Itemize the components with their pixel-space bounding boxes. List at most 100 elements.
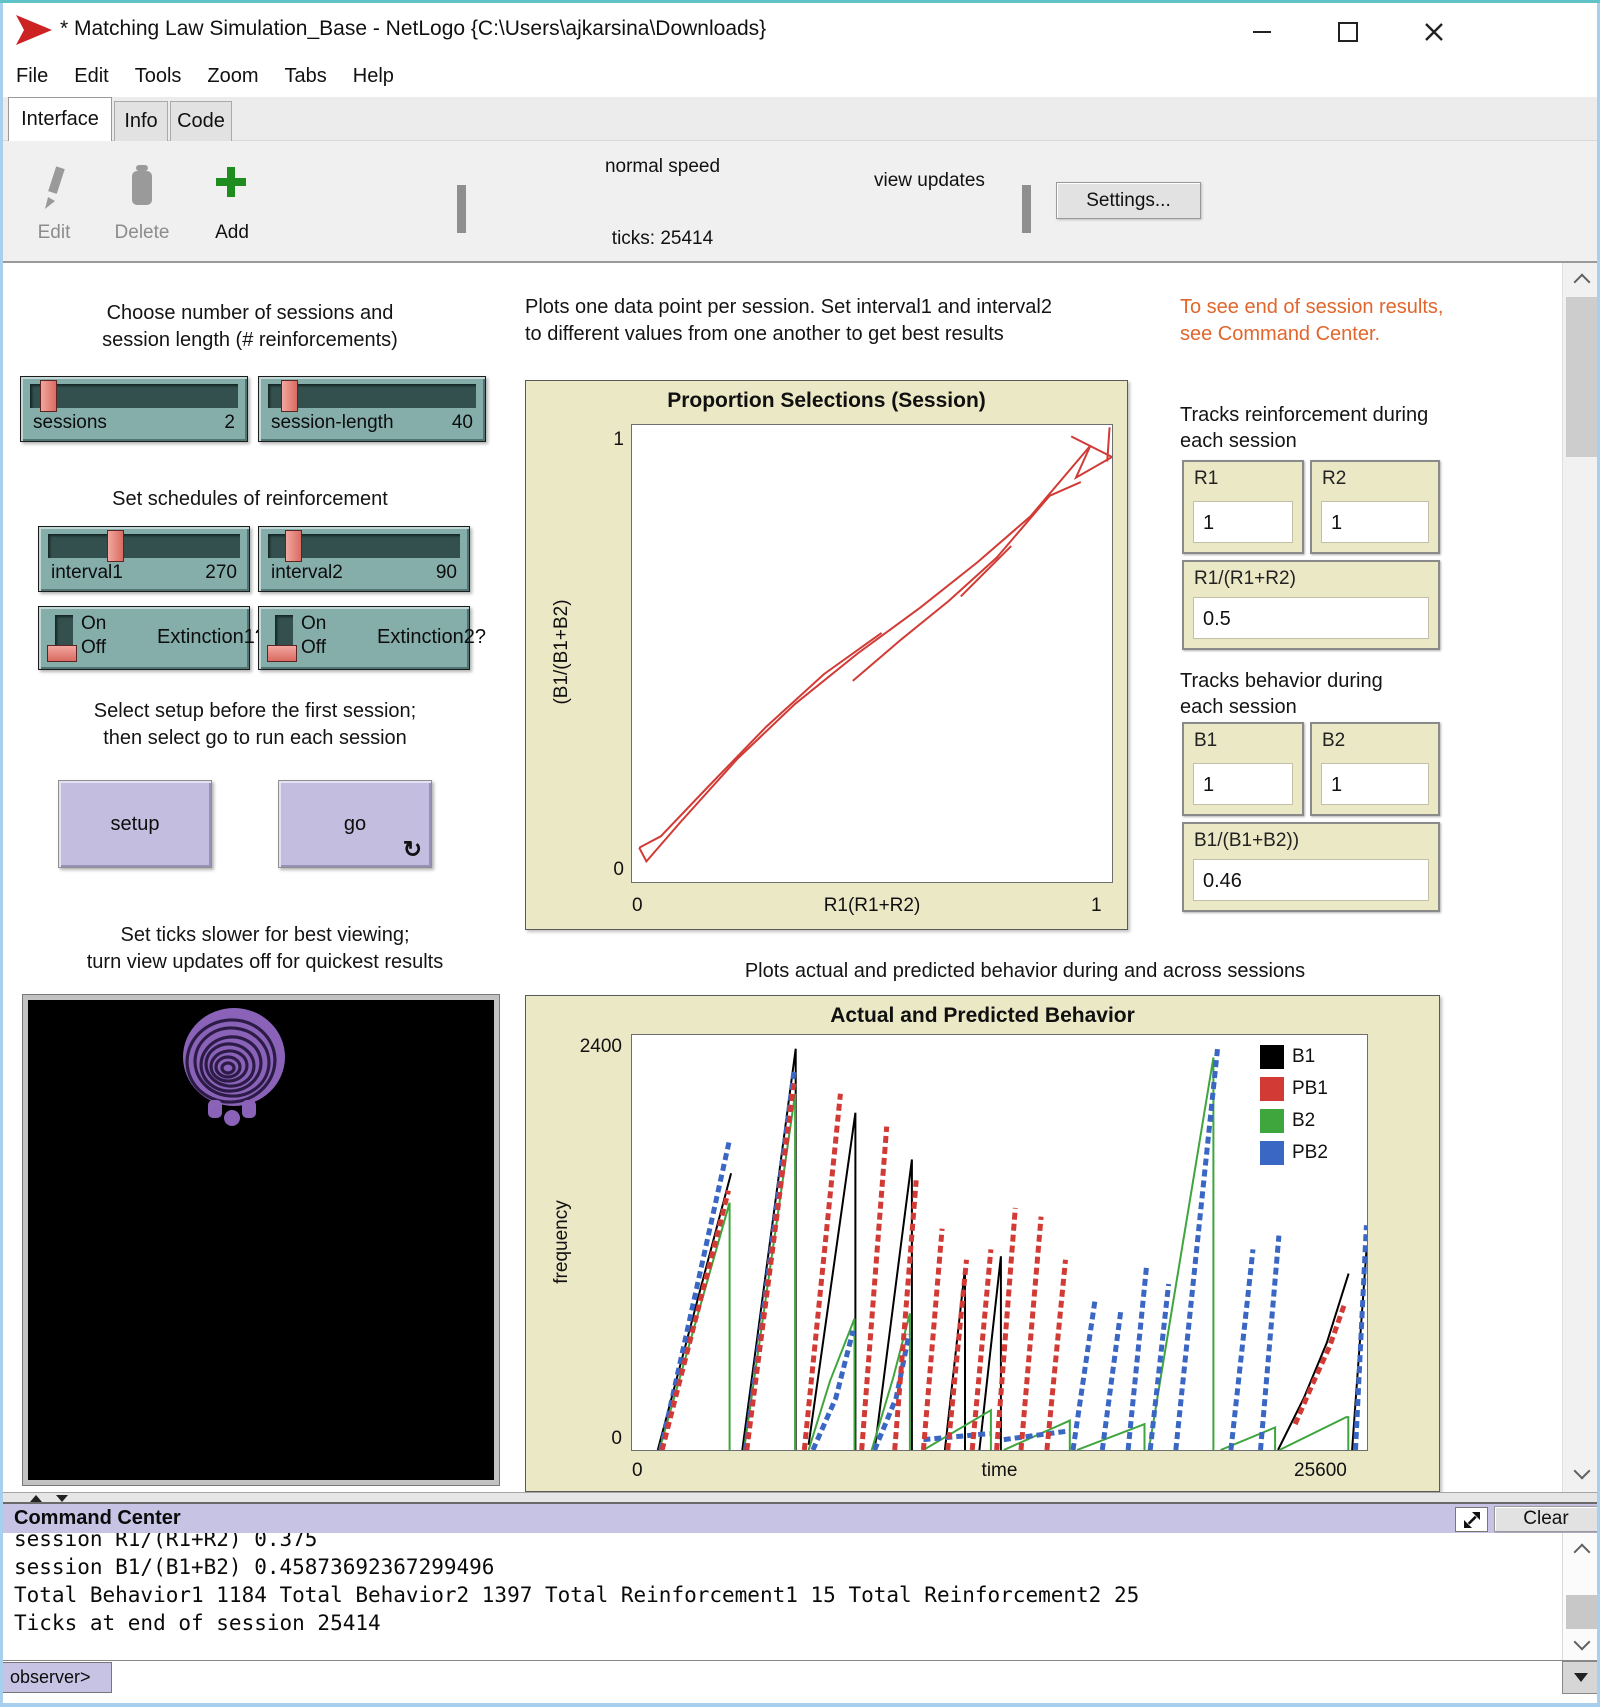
splitter-down-icon: [56, 1495, 68, 1502]
add-button-label[interactable]: Add: [204, 222, 260, 244]
scrollbar-thumb[interactable]: [1566, 297, 1597, 457]
edit-button-label[interactable]: Edit: [26, 222, 82, 244]
slider-handle[interactable]: [281, 380, 298, 412]
plot2-xtick-max: 25600: [1294, 1460, 1364, 1482]
command-center-title: Command Center: [14, 1507, 181, 1530]
scrollbar-thumb[interactable]: [1566, 1595, 1597, 1629]
monitor-value: 1: [1321, 501, 1429, 543]
slider-handle[interactable]: [285, 530, 302, 562]
switch-extinction2[interactable]: On Off Extinction2?: [258, 606, 470, 670]
plot1-title: Proportion Selections (Session): [526, 389, 1127, 413]
scroll-down-button[interactable]: [1563, 1458, 1600, 1488]
reinforcement-heading: Tracks reinforcement during each session: [1180, 402, 1470, 454]
close-button[interactable]: [1406, 13, 1462, 51]
menu-tabs[interactable]: Tabs: [285, 65, 327, 88]
note-view-updates: Set ticks slower for best viewing; turn …: [30, 922, 500, 976]
slider-label: interval1: [51, 562, 123, 584]
note-schedules: Set schedules of reinforcement: [30, 486, 470, 513]
chevron-up-icon: [1573, 274, 1590, 291]
slider-interval1[interactable]: interval1 270: [38, 526, 250, 592]
splitter[interactable]: [0, 1492, 1600, 1502]
switch-handle[interactable]: [267, 645, 297, 662]
note-plot2: Plots actual and predicted behavior duri…: [725, 958, 1325, 985]
slider-label: sessions: [33, 412, 107, 434]
slider-interval2[interactable]: interval2 90: [258, 526, 470, 592]
netlogo-window: * Matching Law Simulation_Base - NetLogo…: [0, 0, 1600, 1707]
monitor-label: R1: [1194, 468, 1218, 490]
plot2-title: Actual and Predicted Behavior: [526, 1004, 1439, 1028]
go-button-label: go: [344, 813, 366, 836]
world-view: [22, 994, 500, 1486]
plot-actual-predicted: Actual and Predicted Behavior B1PB1B2PB2…: [525, 995, 1440, 1492]
command-center-expand-button[interactable]: [1455, 1507, 1488, 1532]
tab-info[interactable]: Info: [114, 101, 168, 141]
monitor-value: 1: [1321, 763, 1429, 805]
plot2-ylabel: frequency: [551, 1142, 573, 1342]
monitor-b1-proportion: B1/(B1+B2)) 0.46: [1182, 822, 1440, 912]
switch-on-label: On: [81, 613, 106, 635]
maximize-button[interactable]: [1320, 13, 1376, 51]
slider-label: session-length: [271, 412, 394, 434]
scroll-up-button[interactable]: [1563, 1535, 1600, 1565]
switch-handle[interactable]: [47, 645, 77, 662]
command-history-button[interactable]: [1562, 1661, 1600, 1694]
slider-sessions[interactable]: sessions 2: [20, 376, 248, 442]
minimize-button[interactable]: [1234, 13, 1290, 51]
slider-session-length[interactable]: session-length 40: [258, 376, 486, 442]
note-command-center: To see end of session results, see Comma…: [1180, 294, 1490, 348]
history-arrow-icon: [1574, 1673, 1588, 1682]
slider-handle[interactable]: [40, 380, 57, 412]
scroll-down-button[interactable]: [1563, 1629, 1600, 1659]
plot1-ylabel: (B1/(B1+B2): [551, 552, 573, 752]
note-plot1: Plots one data point per session. Set in…: [525, 294, 1100, 348]
tab-code[interactable]: Code: [170, 101, 232, 141]
note-setup-go: Select setup before the first session; t…: [30, 698, 480, 752]
monitor-b2: B2 1: [1310, 722, 1440, 816]
monitor-r1: R1 1: [1182, 460, 1304, 554]
slider-groove: [268, 384, 476, 408]
command-center-input-row: observer>: [0, 1660, 1600, 1694]
legend-swatch: [1260, 1109, 1284, 1133]
command-input[interactable]: [114, 1662, 1560, 1693]
splitter-up-icon: [30, 1495, 42, 1502]
menu-zoom[interactable]: Zoom: [207, 65, 258, 88]
expand-icon: [1463, 1511, 1481, 1529]
menu-edit[interactable]: Edit: [74, 65, 108, 88]
slider-value: 40: [452, 412, 473, 434]
command-output-line: Total Behavior1 1184 Total Behavior2 139…: [14, 1581, 1562, 1609]
main-scrollbar[interactable]: [1562, 263, 1600, 1492]
delete-button-label[interactable]: Delete: [110, 222, 174, 244]
slider-groove: [30, 384, 238, 408]
menu-tools[interactable]: Tools: [135, 65, 182, 88]
menubar: File Edit Tools Zoom Tabs Help: [0, 56, 1600, 97]
switch-off-label: Off: [301, 637, 326, 659]
interface-canvas: Choose number of sessions and session le…: [0, 263, 1600, 1492]
go-button[interactable]: go ↻: [278, 780, 432, 868]
setup-button[interactable]: setup: [58, 780, 212, 868]
command-output-line: session R1/(R1+R2) 0.375: [14, 1533, 1562, 1553]
monitor-value: 1: [1193, 763, 1293, 805]
switch-extinction1[interactable]: On Off Extinction1?: [38, 606, 250, 670]
edit-pencil-icon[interactable]: [40, 165, 68, 213]
slider-handle[interactable]: [107, 530, 124, 562]
menu-help[interactable]: Help: [353, 65, 394, 88]
toolbar: Edit Delete Add abc Button normal speed …: [0, 141, 1600, 263]
monitor-b1: B1 1: [1182, 722, 1304, 816]
clear-button[interactable]: Clear: [1494, 1506, 1598, 1532]
chevron-down-icon: [1573, 1463, 1590, 1480]
menu-file[interactable]: File: [16, 65, 48, 88]
delete-trash-icon[interactable]: [126, 163, 158, 213]
plot2-ytick-min: 0: [600, 1428, 622, 1450]
settings-button[interactable]: Settings...: [1056, 182, 1201, 219]
scroll-up-button[interactable]: [1563, 265, 1600, 295]
monitor-label: R1/(R1+R2): [1194, 568, 1296, 590]
command-center-scrollbar[interactable]: [1562, 1533, 1600, 1660]
tabbar: Interface Info Code: [0, 97, 1600, 141]
tab-interface[interactable]: Interface: [8, 97, 112, 141]
behavior-heading: Tracks behavior during each session: [1180, 668, 1470, 720]
legend-item: PB2: [1260, 1141, 1328, 1165]
view-updates-label[interactable]: view updates: [874, 170, 1004, 192]
speed-slider-label: normal speed: [560, 156, 765, 178]
add-plus-icon[interactable]: [216, 167, 246, 197]
command-center-header: Command Center Clear: [0, 1502, 1600, 1533]
